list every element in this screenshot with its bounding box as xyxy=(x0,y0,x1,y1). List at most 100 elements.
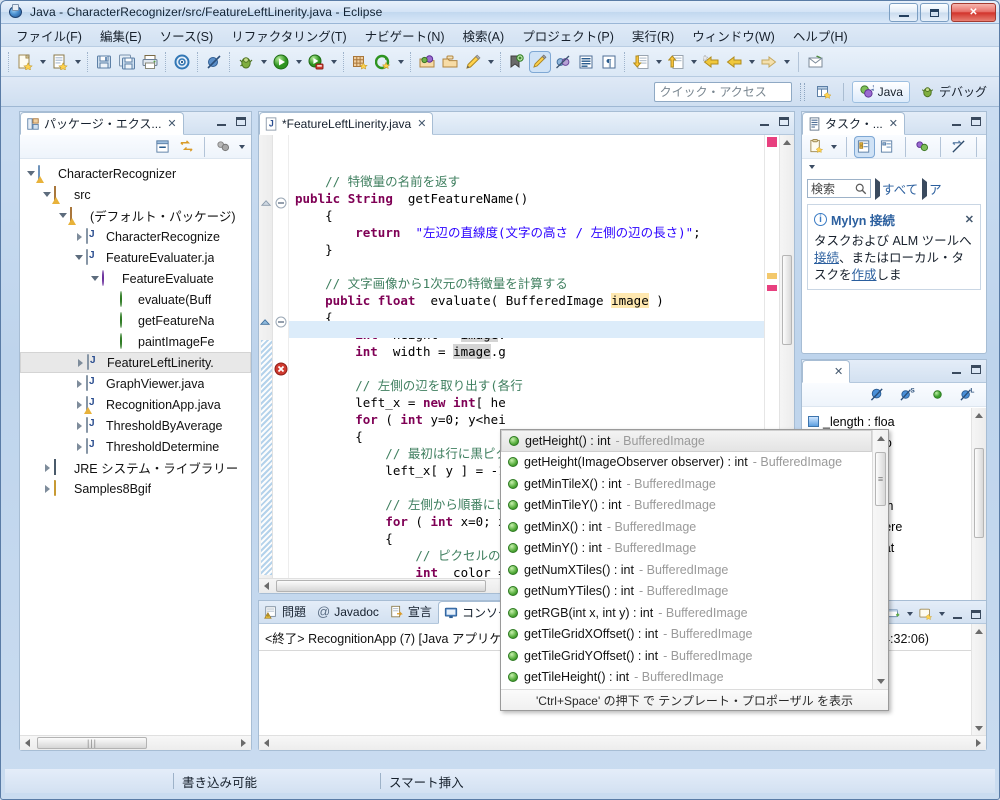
skip-breakpoints-icon[interactable] xyxy=(203,51,225,73)
quick-access-input[interactable]: クイック・アクセス xyxy=(653,81,792,102)
back-dropdown-arrow[interactable] xyxy=(746,51,757,73)
new-java-project-icon[interactable] xyxy=(49,51,71,73)
tree-twisty-closed-icon[interactable] xyxy=(40,482,54,496)
maximize-icon[interactable] xyxy=(233,114,248,129)
tab-feature-left-linerity[interactable]: J *FeatureLeftLinerity.java ✕ xyxy=(259,112,434,135)
scroll-up-arrow[interactable] xyxy=(972,408,986,422)
proposal-item[interactable]: getRGB(int x, int y) : int - BufferedImag… xyxy=(501,602,872,624)
tree-twisty-open-icon[interactable] xyxy=(72,251,86,265)
tree-twisty-closed-icon[interactable] xyxy=(72,440,86,454)
tree-twisty-closed-icon[interactable] xyxy=(40,461,54,475)
window-close-button[interactable]: ✕ xyxy=(951,3,996,22)
vscroll-thumb[interactable] xyxy=(782,255,792,345)
proposal-item[interactable]: getMinTileX() : int - BufferedImage xyxy=(501,473,872,495)
tree-item[interactable]: ThresholdDetermine xyxy=(20,436,251,457)
scroll-up-arrow[interactable] xyxy=(873,431,888,445)
tab-outline[interactable]: ✕ xyxy=(802,360,850,383)
focus-on-workweek-icon[interactable] xyxy=(913,136,934,158)
last-edit-location-icon[interactable] xyxy=(700,51,722,73)
tree-twisty-closed-icon[interactable] xyxy=(72,377,86,391)
close-icon[interactable]: ✕ xyxy=(889,117,898,130)
open-console-menu-icon[interactable] xyxy=(918,607,933,622)
tab-declaration[interactable]: 宣言 xyxy=(385,600,438,623)
tree-item[interactable]: GraphViewer.java xyxy=(20,373,251,394)
save-icon[interactable] xyxy=(93,51,115,73)
perspective-debug-button[interactable]: デバッグ xyxy=(914,81,993,103)
menu-edit[interactable]: 編集(E) xyxy=(91,23,151,48)
menu-search[interactable]: 検索(A) xyxy=(454,23,514,48)
new-email-icon[interactable] xyxy=(805,51,827,73)
perspective-java-button[interactable]: J Java xyxy=(851,80,910,103)
proposal-item[interactable]: getMinTileY() : int - BufferedImage xyxy=(501,495,872,517)
tree-item[interactable]: paintImageFe xyxy=(20,331,251,352)
hide-local-types-icon[interactable]: L xyxy=(956,384,978,406)
folding-ruler[interactable] xyxy=(259,135,273,593)
vscroll-thumb[interactable] xyxy=(974,448,984,538)
next-annotation-icon[interactable] xyxy=(630,51,652,73)
minimize-icon[interactable] xyxy=(757,114,772,129)
open-type-icon[interactable] xyxy=(416,51,438,73)
scroll-down-arrow[interactable] xyxy=(873,674,888,688)
tree-item[interactable]: JRE システム・ライブラリー xyxy=(20,457,251,478)
close-icon[interactable]: ✕ xyxy=(167,117,176,130)
scroll-up-arrow[interactable] xyxy=(972,624,986,638)
tab-package-explorer[interactable]: パッケージ・エクス... ✕ xyxy=(20,112,184,135)
hscroll-thumb[interactable] xyxy=(276,580,486,592)
hide-fields-icon[interactable] xyxy=(926,384,948,406)
save-all-icon[interactable] xyxy=(116,51,138,73)
tab-javadoc[interactable]: @ Javadoc xyxy=(312,600,385,623)
vscroll-thumb[interactable]: ≡ xyxy=(875,452,886,506)
tree-item[interactable]: (デフォルト・パッケージ) xyxy=(20,205,251,226)
maximize-icon[interactable] xyxy=(968,362,983,377)
tree-item[interactable]: FeatureEvaluate xyxy=(20,268,251,289)
new-task-icon[interactable] xyxy=(806,136,827,158)
scroll-left-arrow[interactable] xyxy=(20,736,35,751)
close-icon[interactable]: ✕ xyxy=(417,117,426,130)
focus-on-active-task-icon[interactable] xyxy=(212,136,234,158)
maximize-icon[interactable] xyxy=(968,114,983,129)
show-whitespace-icon[interactable] xyxy=(575,51,597,73)
proposal-item[interactable]: getTileGridYOffset() : int - BufferedImag… xyxy=(501,645,872,667)
hscroll-thumb[interactable]: ||| xyxy=(37,737,147,749)
view-menu-icon[interactable] xyxy=(236,136,247,158)
mylyn-create-link[interactable]: 作成 xyxy=(852,268,877,282)
run-icon[interactable] xyxy=(270,51,292,73)
tree-twisty-closed-icon[interactable] xyxy=(73,356,87,370)
task-filter-all[interactable]: すべて xyxy=(875,179,918,198)
minimize-icon[interactable] xyxy=(214,114,229,129)
hide-non-public-icon[interactable] xyxy=(866,384,888,406)
maximize-icon[interactable] xyxy=(776,114,791,129)
new-java-project-dropdown-arrow[interactable] xyxy=(72,51,83,73)
tab-problems[interactable]: 問題 xyxy=(259,600,312,623)
open-task-icon[interactable] xyxy=(439,51,461,73)
menu-source[interactable]: ソース(S) xyxy=(151,23,223,48)
console-hscrollbar[interactable] xyxy=(259,735,986,750)
proposal-item[interactable]: getHeight() : int - BufferedImage xyxy=(501,430,872,452)
tree-item[interactable]: FeatureLeftLinerity. xyxy=(20,352,251,373)
pilcrow-icon[interactable]: ¶ xyxy=(598,51,620,73)
tree-item[interactable]: RecognitionApp.java xyxy=(20,394,251,415)
tree-item[interactable]: CharacterRecognize xyxy=(20,226,251,247)
proposal-scrollbar[interactable]: ≡ xyxy=(872,430,888,689)
external-tools-icon[interactable] xyxy=(372,51,394,73)
annotate-icon[interactable] xyxy=(462,51,484,73)
proposal-item[interactable]: getNumYTiles() : int - BufferedImage xyxy=(501,581,872,603)
menu-run[interactable]: 実行(R) xyxy=(623,23,683,48)
scheduled-presentation-icon[interactable] xyxy=(877,136,898,158)
tree-item[interactable]: ThresholdByAverage xyxy=(20,415,251,436)
next-annotation-dropdown-arrow[interactable] xyxy=(653,51,664,73)
package-explorer-hscrollbar[interactable]: ||| xyxy=(20,735,251,750)
menu-window[interactable]: ウィンドウ(W) xyxy=(683,23,784,48)
minimize-icon[interactable] xyxy=(949,362,964,377)
window-maximize-button[interactable] xyxy=(920,3,949,22)
tree-item[interactable]: CharacterRecognizer xyxy=(20,163,251,184)
project-tree[interactable]: CharacterRecognizer src (デフォルト・パッケージ) Chara… xyxy=(20,160,251,499)
console-vscrollbar[interactable] xyxy=(971,624,986,735)
proposal-item[interactable]: getMinX() : int - BufferedImage xyxy=(501,516,872,538)
debug-dropdown-arrow[interactable] xyxy=(258,51,269,73)
tree-item[interactable]: evaluate(Buff xyxy=(20,289,251,310)
minimize-icon[interactable] xyxy=(950,607,965,622)
marker-ruler[interactable] xyxy=(273,135,289,593)
synchronize-changed-icon[interactable] xyxy=(948,136,969,158)
dropdown-arrow-icon[interactable] xyxy=(936,603,947,625)
